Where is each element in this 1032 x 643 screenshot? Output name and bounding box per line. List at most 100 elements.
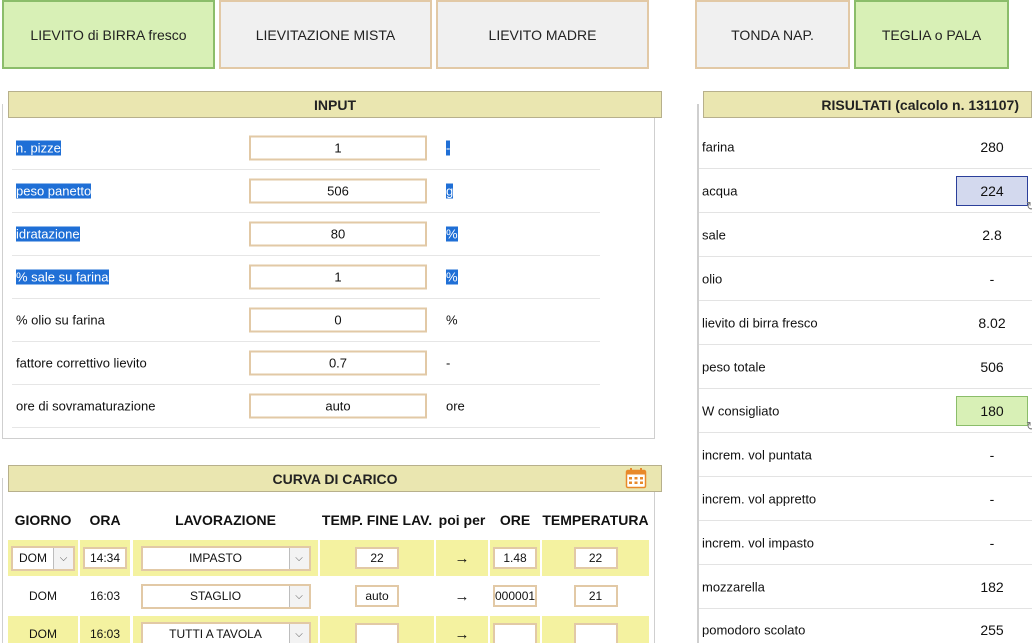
result-value: 2.8 <box>982 226 1002 243</box>
arrow-right-icon: → <box>436 616 488 643</box>
hours-input[interactable] <box>493 623 537 643</box>
result-row-puntata: increm. vol puntata - <box>699 433 1032 477</box>
peso-panetto-input[interactable] <box>249 178 427 204</box>
input-row-sale: % sale su farina % <box>12 256 600 299</box>
chevron-down-icon[interactable]: ⌵ <box>53 547 73 569</box>
hours-cell <box>490 578 540 614</box>
resize-cursor-icon: ↻ <box>1025 199 1032 213</box>
input-section-header: INPUT <box>8 91 662 118</box>
tab-label: TONDA NAP. <box>731 26 814 43</box>
input-title: INPUT <box>314 96 356 113</box>
input-unit: - <box>446 140 451 156</box>
result-label: lievito di birra fresco <box>702 315 818 330</box>
result-label: pomodoro scolato <box>702 622 806 637</box>
input-label: peso panetto <box>16 183 92 199</box>
temp-end-input[interactable] <box>355 547 399 569</box>
input-unit: % <box>446 312 458 328</box>
temperature-cell <box>542 578 649 614</box>
result-row-sale: sale 2.8 <box>699 213 1032 257</box>
chevron-down-icon[interactable]: ⌵ <box>288 585 309 607</box>
tab-lievito-birra[interactable]: LIEVITO di BIRRA fresco <box>2 0 215 69</box>
hours-input[interactable] <box>493 585 537 607</box>
tab-teglia-pala[interactable]: TEGLIA o PALA <box>854 0 1009 69</box>
step-cell: STAGLIO ⌵ <box>133 578 318 614</box>
temperature-input[interactable] <box>573 585 618 607</box>
temperature-input[interactable] <box>573 623 618 643</box>
tab-tonda-nap[interactable]: TONDA NAP. <box>695 0 850 69</box>
step-value: TUTTI A TAVOLA <box>169 627 262 641</box>
olio-input[interactable] <box>249 307 427 333</box>
input-row-peso: peso panetto g <box>12 170 600 213</box>
tab-label: LIEVITAZIONE MISTA <box>255 26 396 43</box>
arrow-right-icon: → <box>454 587 470 605</box>
result-value[interactable]: 180 <box>956 395 1028 426</box>
input-unit: % <box>446 226 458 242</box>
sale-input[interactable] <box>249 264 427 290</box>
temp-end-input[interactable] <box>355 623 399 643</box>
result-value: 255 <box>980 621 1004 638</box>
curve-section-header: CURVA DI CARICO <box>8 465 662 492</box>
tab-label: TEGLIA o PALA <box>881 26 982 43</box>
temp-end-cell <box>320 616 434 643</box>
result-row-impasto: increm. vol impasto - <box>699 521 1032 565</box>
input-unit: g <box>446 183 454 199</box>
table-row: DOM⌵ IMPASTO ⌵ → <box>8 540 649 576</box>
table-row: DOM 16:03 STAGLIO ⌵ → <box>8 578 649 614</box>
hours-cell <box>490 540 540 576</box>
input-label: fattore correttivo lievito <box>16 355 147 371</box>
result-value: - <box>989 534 995 551</box>
tab-lievitazione-mista[interactable]: LIEVITAZIONE MISTA <box>219 0 432 69</box>
day-select[interactable]: DOM ⌵ <box>11 545 75 571</box>
time-cell: 16:03 <box>80 616 130 643</box>
input-label: % olio su farina <box>16 312 105 328</box>
result-label: W consigliato <box>702 403 780 418</box>
step-cell: IMPASTO ⌵ <box>133 540 318 576</box>
result-label: increm. vol impasto <box>702 535 814 550</box>
step-select[interactable]: STAGLIO ⌵ <box>140 583 311 609</box>
result-label: acqua <box>702 183 738 198</box>
day-cell: DOM <box>8 616 78 643</box>
result-row-mozzarella: mozzarella 182 <box>699 565 1032 609</box>
hours-input[interactable] <box>493 547 537 569</box>
results-title: RISULTATI (calcolo n. 131107) <box>821 96 1019 113</box>
result-label: olio <box>702 271 723 286</box>
step-cell: TUTTI A TAVOLA ⌵ <box>133 616 318 643</box>
temp-end-input[interactable] <box>355 585 399 607</box>
result-row-farina: farina 280 <box>699 125 1032 169</box>
result-row-w-consigliato: W consigliato 180 ↻ <box>699 389 1032 433</box>
input-label: n. pizze <box>16 140 61 156</box>
calendar-icon[interactable] <box>625 467 647 489</box>
fattore-input[interactable] <box>249 350 427 376</box>
column-header-ora: ORA <box>89 512 121 528</box>
input-unit: ore <box>446 398 465 414</box>
chevron-down-icon[interactable]: ⌵ <box>288 547 309 569</box>
result-label: mozzarella <box>702 579 765 594</box>
result-label: sale <box>702 227 726 242</box>
temperature-input[interactable] <box>573 547 618 569</box>
sovramaturazione-input[interactable] <box>249 393 427 419</box>
result-row-acqua: acqua 224 ↻ <box>699 169 1032 213</box>
result-value[interactable]: 224 <box>956 175 1028 206</box>
temp-end-cell <box>320 578 434 614</box>
step-select[interactable]: IMPASTO ⌵ <box>140 545 311 571</box>
result-row-pomodoro: pomodoro scolato 255 <box>699 608 1032 643</box>
input-row-fattore: fattore correttivo lievito - <box>12 342 600 385</box>
table-row: DOM 16:03 TUTTI A TAVOLA ⌵ → <box>8 616 649 643</box>
temperature-cell <box>542 616 649 643</box>
temp-end-cell <box>320 540 434 576</box>
column-header-temperatura: TEMPERATURA <box>542 512 649 528</box>
step-select[interactable]: TUTTI A TAVOLA ⌵ <box>140 621 311 643</box>
result-value: 506 <box>980 358 1004 375</box>
input-unit: - <box>446 355 451 371</box>
pizze-input[interactable] <box>249 135 427 161</box>
time-input[interactable] <box>83 547 127 569</box>
tab-lievito-madre[interactable]: LIEVITO MADRE <box>436 0 649 69</box>
chevron-down-icon[interactable]: ⌵ <box>288 623 309 643</box>
arrow-right-icon: → <box>436 540 488 576</box>
tab-label: LIEVITO di BIRRA fresco <box>30 26 187 43</box>
time-cell <box>80 540 130 576</box>
idratazione-input[interactable] <box>249 221 427 247</box>
input-label: idratazione <box>16 226 80 242</box>
input-row-olio: % olio su farina % <box>12 299 600 342</box>
hours-cell <box>490 616 540 643</box>
